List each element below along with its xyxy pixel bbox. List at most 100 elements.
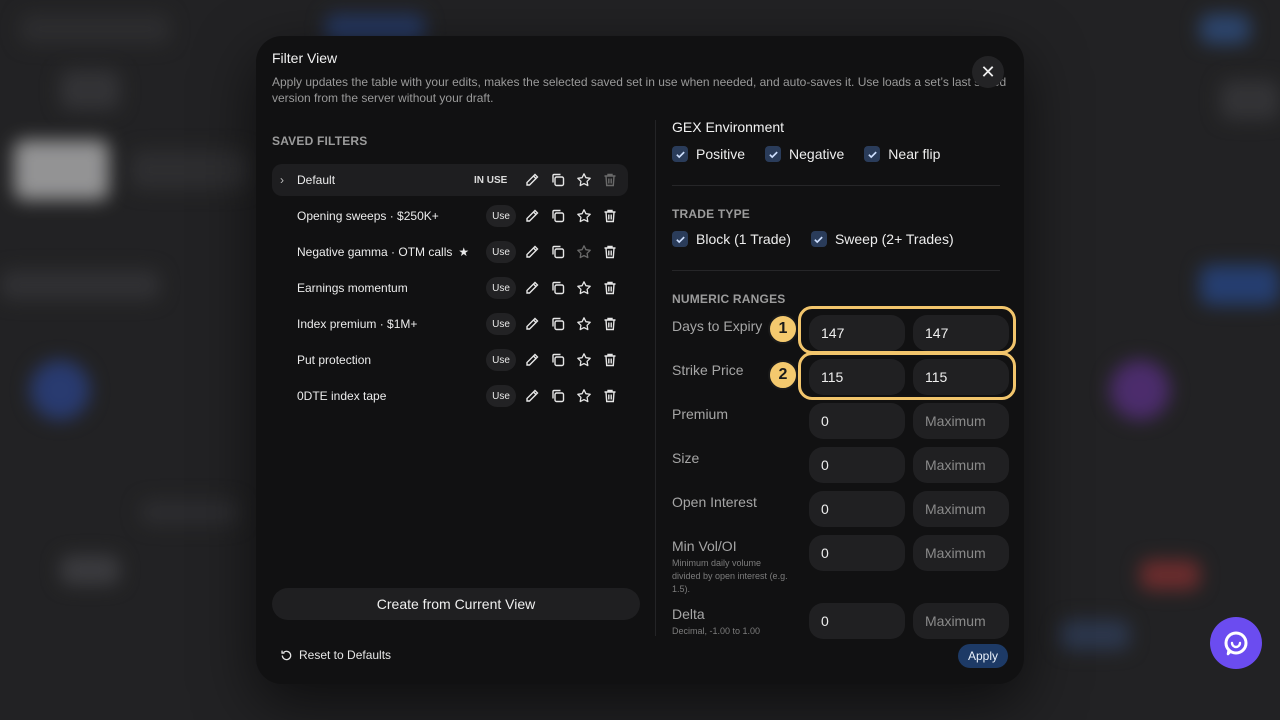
delete-icon[interactable] (601, 207, 619, 225)
range-label: Strike Price (672, 362, 744, 378)
dialog-title: Filter View (272, 50, 338, 66)
saved-filter-name: Default (297, 173, 336, 187)
trade-type-label: TRADE TYPE (672, 207, 751, 221)
saved-filter-row-default[interactable]: › Default IN USE (272, 164, 628, 196)
section-divider (672, 270, 1000, 271)
use-button[interactable]: Use (486, 205, 516, 227)
saved-filter-name: Earnings momentum (297, 281, 408, 295)
edit-icon[interactable] (523, 351, 541, 369)
checkmark-icon[interactable] (810, 231, 827, 247)
favorite-star-icon[interactable] (575, 171, 593, 189)
range-delta: Delta Decimal, -1.00 to 1.00 (672, 603, 1012, 639)
trade-block-checkbox[interactable]: Block (1 Trade) (672, 231, 791, 247)
favorite-star-icon[interactable] (575, 315, 593, 333)
apply-button[interactable]: Apply (958, 644, 1008, 668)
edit-icon[interactable] (523, 171, 541, 189)
checkmark-icon[interactable] (672, 146, 688, 162)
favorite-star-icon[interactable] (575, 387, 593, 405)
saved-filter-row[interactable]: Opening sweeps · $250K+ Use (272, 200, 628, 232)
saved-filter-name: Negative gamma · OTM calls (297, 245, 453, 259)
checkbox-label: Positive (696, 146, 746, 162)
favorite-star-icon[interactable] (575, 279, 593, 297)
delete-icon (601, 171, 619, 189)
checkmark-icon[interactable] (672, 231, 688, 247)
close-button[interactable]: ✕ (972, 56, 1004, 88)
use-button[interactable]: Use (486, 241, 516, 263)
trade-type-options: Block (1 Trade) Sweep (2+ Trades) (672, 231, 954, 247)
saved-filters-label: SAVED FILTERS (272, 134, 368, 148)
edit-icon[interactable] (523, 207, 541, 225)
saved-filter-row[interactable]: Put protection Use (272, 344, 628, 376)
range-label: Size (672, 450, 700, 466)
gex-positive-checkbox[interactable]: Positive (672, 146, 745, 162)
delta-max-input[interactable] (913, 603, 1009, 639)
column-divider (655, 120, 656, 636)
checkmark-icon[interactable] (864, 146, 881, 162)
edit-icon[interactable] (523, 279, 541, 297)
reset-icon (281, 650, 292, 660)
chat-bubble-icon (1224, 631, 1248, 656)
checkbox-label: Block (1 Trade) (696, 231, 791, 247)
edit-icon[interactable] (523, 387, 541, 405)
checkbox-label: Sweep (2+ Trades) (834, 231, 954, 247)
min-vol-oi-min-input[interactable] (809, 535, 905, 571)
delete-icon[interactable] (601, 279, 619, 297)
premium-max-input[interactable] (913, 403, 1009, 439)
saved-filters-list: › Default IN USE Opening sweeps · $250K+… (272, 164, 628, 416)
range-open-interest: Open Interest (672, 491, 1012, 527)
delete-icon[interactable] (601, 351, 619, 369)
delete-icon[interactable] (601, 315, 619, 333)
in-use-badge: IN USE (474, 174, 508, 186)
min-vol-oi-max-input[interactable] (913, 535, 1009, 571)
use-button[interactable]: Use (486, 385, 516, 407)
open-interest-min-input[interactable] (809, 491, 905, 527)
use-button[interactable]: Use (486, 313, 516, 335)
close-icon: ✕ (980, 61, 996, 82)
delta-min-input[interactable] (809, 603, 905, 639)
gex-options: Positive Negative Near flip (672, 146, 940, 162)
duplicate-icon[interactable] (549, 243, 567, 261)
duplicate-icon[interactable] (549, 207, 567, 225)
range-premium: Premium (672, 403, 1012, 439)
saved-filter-row[interactable]: Earnings momentum Use (272, 272, 628, 304)
checkmark-icon[interactable] (765, 146, 782, 162)
trade-sweep-checkbox[interactable]: Sweep (2+ Trades) (810, 231, 954, 247)
size-max-input[interactable] (913, 447, 1009, 483)
saved-filter-row[interactable]: Negative gamma · OTM calls ★ Use (272, 236, 628, 268)
favorite-badge-icon: ★ (458, 245, 470, 259)
saved-filter-row[interactable]: 0DTE index tape Use (272, 380, 628, 412)
size-min-input[interactable] (809, 447, 905, 483)
saved-filter-name: Put protection (297, 353, 372, 367)
edit-icon[interactable] (523, 243, 541, 261)
duplicate-icon[interactable] (549, 279, 567, 297)
section-divider (672, 185, 1000, 186)
use-button[interactable]: Use (486, 277, 516, 299)
duplicate-icon[interactable] (549, 351, 567, 369)
chevron-right-icon[interactable]: › (280, 173, 284, 187)
reset-label: Reset to Defaults (299, 648, 392, 662)
duplicate-icon[interactable] (549, 315, 567, 333)
range-hint: Minimum daily volume divided by open int… (672, 558, 788, 594)
saved-filter-name: 0DTE index tape (297, 389, 387, 403)
favorite-star-icon[interactable] (575, 351, 593, 369)
saved-filter-row[interactable]: Index premium · $1M+ Use (272, 308, 628, 340)
use-button[interactable]: Use (486, 349, 516, 371)
filter-view-dialog: Filter View Apply updates the table with… (256, 36, 1024, 684)
delete-icon[interactable] (601, 243, 619, 261)
saved-filter-name-wrap: Negative gamma · OTM calls ★ (297, 245, 469, 259)
reset-to-defaults-button[interactable]: Reset to Defaults (280, 648, 391, 662)
create-from-current-view-button[interactable]: Create from Current View (272, 588, 640, 620)
premium-min-input[interactable] (809, 403, 905, 439)
favorite-star-icon[interactable] (575, 207, 593, 225)
chat-button[interactable] (1210, 617, 1262, 669)
open-interest-max-input[interactable] (913, 491, 1009, 527)
range-label: Min Vol/OI (672, 538, 737, 554)
saved-filter-name: Index premium · $1M+ (297, 317, 418, 331)
edit-icon[interactable] (523, 315, 541, 333)
delete-icon[interactable] (601, 387, 619, 405)
range-label: Premium (672, 406, 729, 422)
duplicate-icon[interactable] (549, 171, 567, 189)
gex-negative-checkbox[interactable]: Negative (765, 146, 844, 162)
gex-near-flip-checkbox[interactable]: Near flip (864, 146, 940, 162)
duplicate-icon[interactable] (549, 387, 567, 405)
